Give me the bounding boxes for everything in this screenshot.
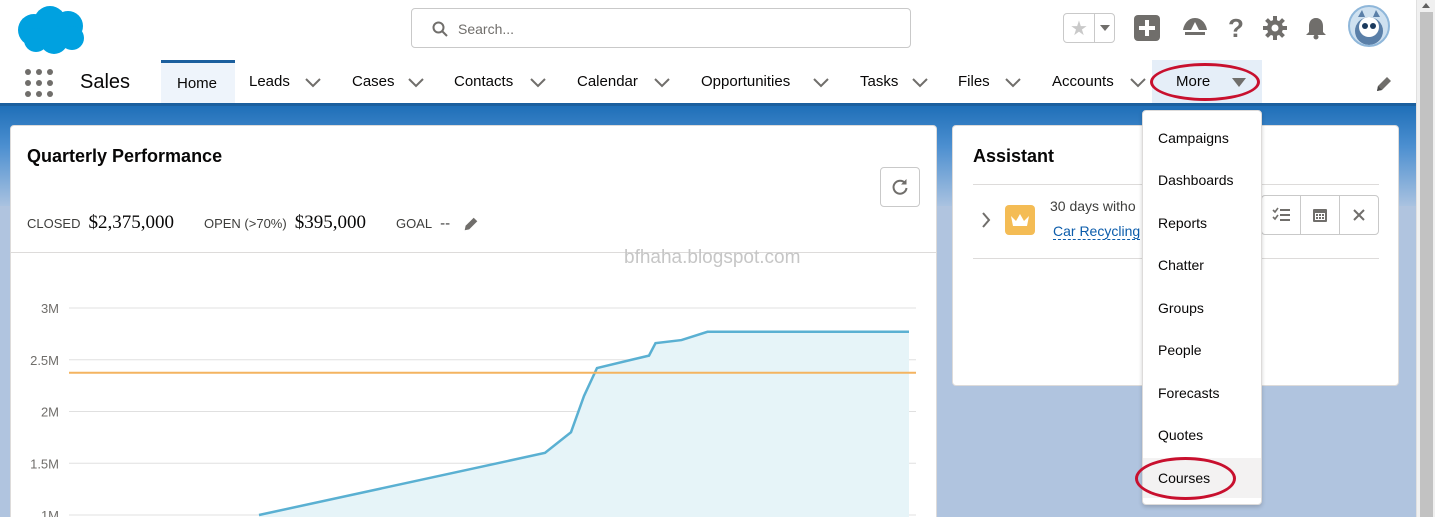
tab-home[interactable]: Home bbox=[161, 60, 235, 103]
tab-accounts[interactable]: Accounts bbox=[1052, 60, 1114, 103]
scroll-up-arrow-icon[interactable] bbox=[1422, 3, 1430, 8]
goal-label: GOAL bbox=[395, 216, 433, 231]
tab-label: Leads bbox=[249, 73, 290, 90]
scrollbar-thumb[interactable] bbox=[1420, 12, 1433, 517]
menu-item-chatter[interactable]: Chatter bbox=[1143, 245, 1261, 285]
tab-files[interactable]: Files bbox=[958, 60, 990, 103]
goal-value: -- bbox=[440, 215, 451, 232]
tab-calendar[interactable]: Calendar bbox=[577, 60, 638, 103]
app-launcher-icon[interactable] bbox=[25, 69, 53, 97]
chevron-down-icon[interactable] bbox=[813, 76, 829, 88]
tab-label: Cases bbox=[352, 73, 395, 90]
assistant-action-group bbox=[1261, 195, 1379, 235]
favorites-dropdown-button[interactable] bbox=[1094, 14, 1114, 42]
new-event-button[interactable] bbox=[1300, 196, 1339, 234]
caret-down-icon bbox=[1099, 25, 1110, 31]
tab-label: Contacts bbox=[454, 73, 514, 90]
crown-icon bbox=[1005, 205, 1035, 235]
tab-label: Files bbox=[958, 73, 990, 90]
close-icon bbox=[1353, 209, 1365, 221]
card-title: Quarterly Performance bbox=[27, 146, 223, 166]
tab-label: Tasks bbox=[860, 73, 899, 90]
y-tick-label: 1M bbox=[41, 508, 59, 517]
card-title: Assistant bbox=[973, 146, 1055, 166]
tab-contacts[interactable]: Contacts bbox=[454, 60, 513, 103]
menu-item-courses[interactable]: Courses bbox=[1143, 458, 1261, 498]
dismiss-button[interactable] bbox=[1339, 196, 1378, 234]
tab-tasks[interactable]: Tasks bbox=[860, 60, 898, 103]
y-tick-label: 3M bbox=[41, 301, 59, 316]
caret-down-icon bbox=[1232, 78, 1246, 87]
new-task-button[interactable] bbox=[1262, 196, 1300, 234]
notifications-bell-icon bbox=[1306, 18, 1326, 40]
performance-chart: 3M 2.5M 2M 1.5M 1M bbox=[30, 301, 916, 517]
salesforce-cloud-logo[interactable] bbox=[14, 4, 88, 54]
menu-item-reports[interactable]: Reports bbox=[1143, 203, 1261, 243]
notifications-button[interactable] bbox=[1302, 14, 1330, 42]
chevron-down-icon[interactable] bbox=[912, 76, 928, 88]
closed-value: $2,375,000 bbox=[88, 212, 174, 233]
menu-item-forecasts[interactable]: Forecasts bbox=[1143, 373, 1261, 413]
chevron-down-icon[interactable] bbox=[408, 76, 424, 88]
performance-stats: CLOSED $2,375,000 OPEN (>70%) $395,000 G… bbox=[27, 212, 480, 236]
tab-more[interactable]: More bbox=[1152, 60, 1262, 103]
edit-nav-pencil-icon[interactable] bbox=[1374, 74, 1394, 94]
menu-item-campaigns[interactable]: Campaigns bbox=[1143, 118, 1261, 158]
setup-gear-icon bbox=[1263, 16, 1287, 40]
tab-opportunities[interactable]: Opportunities bbox=[701, 60, 790, 103]
global-actions-add-button[interactable] bbox=[1133, 14, 1161, 42]
chevron-down-icon[interactable] bbox=[654, 76, 670, 88]
y-tick-label: 2M bbox=[41, 405, 59, 420]
quarterly-performance-card: Quarterly Performance CLOSED $2,375,000 … bbox=[10, 125, 937, 517]
more-dropdown-menu: Campaigns Dashboards Reports Chatter Gro… bbox=[1142, 110, 1262, 505]
chevron-right-icon[interactable] bbox=[981, 212, 991, 228]
y-tick-label: 2.5M bbox=[30, 353, 59, 368]
calendar-icon bbox=[1313, 209, 1327, 222]
tab-label: Opportunities bbox=[701, 73, 791, 90]
tab-label: Home bbox=[177, 74, 218, 92]
favorites-button-group[interactable]: ★ bbox=[1063, 13, 1115, 43]
chevron-down-icon[interactable] bbox=[1005, 76, 1021, 88]
navigation-bar: Sales Home Leads Cases Contacts Calendar… bbox=[0, 60, 1416, 106]
tab-label: More bbox=[1176, 73, 1211, 90]
trailhead-icon bbox=[1183, 18, 1207, 35]
tab-label: Accounts bbox=[1052, 73, 1114, 90]
search-icon bbox=[432, 21, 448, 37]
global-header: ★ ? bbox=[0, 0, 1416, 60]
user-avatar[interactable] bbox=[1348, 5, 1390, 47]
vertical-scrollbar[interactable] bbox=[1416, 0, 1435, 517]
tab-label: Calendar bbox=[577, 73, 638, 90]
global-search-box[interactable] bbox=[411, 8, 911, 48]
trailhead-button[interactable] bbox=[1181, 14, 1209, 42]
search-input[interactable] bbox=[458, 18, 878, 40]
app-name: Sales bbox=[80, 71, 131, 93]
add-icon bbox=[1134, 15, 1160, 41]
help-icon[interactable]: ? bbox=[1222, 13, 1250, 43]
assistant-item-link[interactable]: Car Recycling bbox=[1053, 223, 1141, 240]
setup-button[interactable] bbox=[1261, 14, 1289, 42]
chevron-down-icon[interactable] bbox=[1130, 76, 1146, 88]
chevron-down-icon[interactable] bbox=[530, 76, 546, 88]
edit-goal-pencil-icon[interactable] bbox=[462, 215, 480, 233]
assistant-item-text: 30 days witho bbox=[1050, 198, 1136, 214]
refresh-button[interactable] bbox=[880, 167, 920, 207]
open-value: $395,000 bbox=[294, 212, 366, 233]
astro-avatar-icon bbox=[1355, 10, 1383, 45]
favorites-star-icon[interactable]: ★ bbox=[1064, 14, 1094, 42]
task-list-icon bbox=[1272, 207, 1290, 221]
tab-leads[interactable]: Leads bbox=[249, 60, 290, 103]
menu-item-dashboards[interactable]: Dashboards bbox=[1143, 160, 1261, 200]
menu-item-groups[interactable]: Groups bbox=[1143, 288, 1261, 328]
refresh-icon bbox=[892, 179, 908, 195]
menu-item-people[interactable]: People bbox=[1143, 330, 1261, 370]
y-tick-label: 1.5M bbox=[30, 456, 59, 471]
watermark-text: bfhaha.blogspot.com bbox=[624, 247, 801, 268]
chevron-down-icon[interactable] bbox=[305, 76, 321, 88]
open-label: OPEN (>70%) bbox=[203, 216, 287, 231]
closed-label: CLOSED bbox=[27, 216, 81, 231]
tab-cases[interactable]: Cases bbox=[352, 60, 395, 103]
menu-item-quotes[interactable]: Quotes bbox=[1143, 415, 1261, 455]
